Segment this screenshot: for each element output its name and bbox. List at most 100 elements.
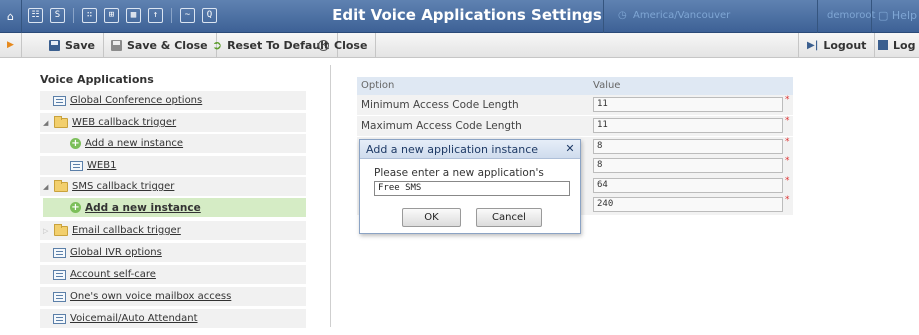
document-icon [53, 291, 66, 302]
tree-item-label: Global IVR options [70, 247, 162, 258]
log-label: Log [893, 38, 916, 52]
option-name: Minimum Access Code Length [361, 99, 519, 111]
add-icon: + [70, 202, 81, 213]
save-button[interactable]: Save [41, 33, 104, 57]
nav-icon-6[interactable]: ↑ [148, 8, 163, 23]
log-icon [878, 40, 888, 50]
tree-heading: Voice Applications [40, 73, 154, 86]
document-icon [53, 247, 66, 258]
required-marker: * [785, 176, 790, 186]
logout-icon: ▶| [807, 39, 819, 51]
tree-item-label: One's own voice mailbox access [70, 291, 232, 302]
tree-item-own-voice-mailbox[interactable]: One's own voice mailbox access [40, 287, 306, 306]
tree-item-label: Email callback trigger [72, 225, 181, 236]
logout-button[interactable]: ▶| Logout [798, 33, 876, 57]
option-value-field[interactable]: 11 [593, 118, 783, 133]
tree-item-email-callback[interactable]: ▷ Email callback trigger [40, 221, 306, 240]
close-button[interactable]: ✕ Close [310, 33, 377, 57]
document-icon [53, 269, 66, 280]
nav-icon-8[interactable]: Q [202, 8, 217, 23]
folder-icon [54, 223, 68, 236]
folder-icon [54, 179, 68, 192]
dialog-title: Add a new application instance [366, 143, 539, 156]
column-header-value: Value [593, 80, 621, 91]
tree-item-add-instance-sms[interactable]: + Add a new instance [43, 198, 306, 217]
add-instance-dialog: Add a new application instance ✕ Please … [359, 139, 581, 234]
cancel-button[interactable]: Cancel [476, 208, 542, 227]
folder-icon [54, 115, 68, 128]
help-link[interactable]: ▢ Help [871, 0, 919, 33]
module-nav: ☷ S ∷ ⊞ ▦ ↑ ~ Q [28, 8, 217, 23]
tree-item-label: Global Conference options [70, 95, 203, 106]
option-value-field[interactable]: 240 [593, 197, 783, 212]
toolbar: ▶ Save Save & Close ➲ Reset To Default ✕… [0, 33, 919, 58]
tree-item-account-self-care[interactable]: Account self-care [40, 265, 306, 284]
home-icon[interactable]: ⌂ [0, 0, 22, 33]
nav-icon-3[interactable]: ∷ [82, 8, 97, 23]
help-icon: ▢ [878, 9, 889, 22]
tree-item-label: Add a new instance [85, 138, 184, 149]
nav-icon-7[interactable]: ~ [180, 8, 195, 23]
panel-divider [330, 65, 331, 327]
ok-button[interactable]: OK [402, 208, 461, 227]
tree-item-global-conference[interactable]: Global Conference options [40, 91, 306, 110]
user-label: demoroot [827, 10, 876, 21]
expand-triangle-icon[interactable]: ◢ [43, 183, 50, 191]
document-icon [53, 95, 66, 106]
nav-divider [73, 8, 74, 23]
collapsed-triangle-icon[interactable]: ▷ [43, 227, 50, 235]
tree-item-label: WEB callback trigger [72, 117, 177, 128]
save-close-icon [111, 39, 122, 51]
option-row: Minimum Access Code Length 11 * [357, 95, 793, 115]
document-icon [70, 160, 83, 171]
instance-name-input[interactable]: Free SMS [374, 181, 570, 196]
tree-item-voicemail-auto-attendant[interactable]: Voicemail/Auto Attendant [40, 309, 306, 328]
option-value-field[interactable]: 8 [593, 139, 783, 154]
save-label: Save [65, 38, 95, 52]
save-close-button[interactable]: Save & Close [103, 33, 217, 57]
tree-item-label: Add a new instance [85, 201, 201, 214]
dialog-titlebar: Add a new application instance [360, 140, 580, 159]
document-icon [53, 313, 66, 324]
close-circle-icon: ✕ [318, 39, 329, 51]
tree-item-web1[interactable]: WEB1 [40, 156, 306, 175]
option-row: Maximum Access Code Length 11 * [357, 116, 793, 136]
required-marker: * [785, 156, 790, 166]
dialog-close-icon[interactable]: ✕ [564, 143, 576, 155]
save-icon [49, 39, 60, 51]
option-value-field[interactable]: 11 [593, 97, 783, 112]
required-marker: * [785, 195, 790, 205]
option-value-field[interactable]: 8 [593, 158, 783, 173]
required-marker: * [785, 116, 790, 126]
tree-item-sms-callback[interactable]: ◢ SMS callback trigger [40, 177, 306, 196]
add-icon: + [70, 138, 81, 149]
help-label: Help [891, 9, 917, 22]
nav-icon-4[interactable]: ⊞ [104, 8, 119, 23]
tree-item-add-instance-web[interactable]: + Add a new instance [40, 134, 306, 153]
tree-item-label: WEB1 [87, 160, 117, 171]
page-title: Edit Voice Applications Settings [332, 6, 602, 24]
tree-item-label: Account self-care [70, 269, 156, 280]
required-marker: * [785, 137, 790, 147]
option-name: Maximum Access Code Length [361, 120, 522, 132]
tree-item-web-callback[interactable]: ◢ WEB callback trigger [40, 113, 306, 132]
nav-icon-2[interactable]: S [50, 8, 65, 23]
nav-divider [171, 8, 172, 23]
log-button[interactable]: Log [870, 33, 919, 57]
timezone-label: America/Vancouver [633, 10, 731, 21]
nav-icon-5[interactable]: ▦ [126, 8, 141, 23]
top-bar: ⌂ ☷ S ∷ ⊞ ▦ ↑ ~ Q Edit Voice Application… [0, 0, 919, 33]
reset-icon: ➲ [212, 38, 223, 52]
clock-icon: ◷ [618, 10, 627, 21]
timezone-link[interactable]: ◷ America/Vancouver [603, 0, 738, 33]
save-close-label: Save & Close [127, 38, 208, 52]
tree-item-global-ivr[interactable]: Global IVR options [40, 243, 306, 262]
required-marker: * [785, 95, 790, 105]
logout-label: Logout [823, 38, 867, 52]
play-arrow-icon[interactable]: ▶ [0, 33, 22, 57]
option-value-field[interactable]: 64 [593, 178, 783, 193]
expand-triangle-icon[interactable]: ◢ [43, 119, 50, 127]
nav-icon-1[interactable]: ☷ [28, 8, 43, 23]
column-header-option: Option [361, 80, 395, 91]
close-label: Close [334, 38, 368, 52]
